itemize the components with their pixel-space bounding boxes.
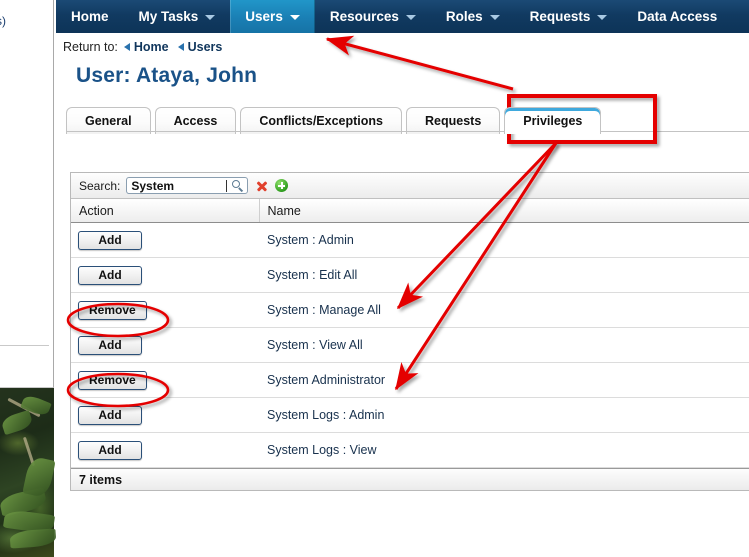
table-cell-action: Add [71, 222, 259, 258]
tab-label: Requests [425, 114, 482, 128]
nav-item-users[interactable]: Users [230, 0, 315, 33]
table-cell-name: System : Manage All [259, 292, 749, 328]
table-row[interactable]: Add System : Edit All [71, 257, 749, 293]
wallpaper-foliage [0, 388, 56, 557]
table-row[interactable]: Remove System : Manage All [71, 292, 749, 328]
chevron-down-icon [489, 15, 500, 20]
nav-item-home[interactable]: Home [56, 0, 124, 33]
table-cell-name: System : Admin [259, 222, 749, 258]
add-button[interactable]: Add [78, 265, 142, 285]
table-cell-name: System Logs : View [259, 432, 749, 468]
table-cell-name: System Logs : Admin [259, 397, 749, 433]
remove-button[interactable]: Remove [78, 300, 147, 320]
tab-label: Privileges [523, 114, 583, 128]
nav-item-my-tasks[interactable]: My Tasks [124, 0, 231, 33]
nav-item-resources[interactable]: Resources [315, 0, 431, 33]
breadcrumb-item-label: Home [133, 40, 169, 54]
nav-item-label: Users [245, 9, 283, 24]
table-row[interactable]: Add System Logs : Admin [71, 397, 749, 433]
breadcrumb-item-label: Users [187, 40, 223, 54]
breadcrumb-label: Return to: [63, 40, 118, 54]
chevron-down-icon [405, 15, 416, 20]
table-cell-name: System Administrator [259, 362, 749, 398]
tab-requests[interactable]: Requests [406, 107, 501, 134]
table-cell-name: System : View All [259, 327, 749, 363]
nav-item-label: Requests [529, 9, 591, 24]
nav-item-label: My Tasks [138, 9, 199, 24]
remove-button[interactable]: Remove [78, 370, 147, 390]
table-cell-name: System : Edit All [259, 257, 749, 293]
background-window-divider [0, 345, 49, 346]
search-icon[interactable] [232, 180, 244, 192]
table-cell-action: Add [71, 327, 259, 363]
clear-search-icon[interactable] [255, 179, 269, 193]
table-row[interactable]: Remove System Administrator [71, 362, 749, 398]
chevron-down-icon [289, 15, 300, 20]
tab-strip-underline [66, 131, 749, 132]
application-window: Home My Tasks Users Resources Roles Requ… [56, 0, 749, 557]
nav-item-label: Roles [445, 9, 483, 24]
nav-item-data-access[interactable]: Data Access [622, 0, 732, 33]
privileges-panel: Search: System Action Name Add System: … [70, 172, 749, 491]
nav-item-label: Data Access [637, 9, 718, 24]
table-cell-action: Add [71, 257, 259, 293]
nav-item-label: Resources [329, 9, 399, 24]
column-header-action[interactable]: Action [71, 199, 260, 223]
breadcrumb-item-home[interactable]: Home [123, 40, 169, 54]
arrow-left-icon [123, 43, 130, 51]
search-toolbar: Search: System [71, 173, 749, 199]
table-header-row: Action Name [71, 199, 749, 223]
add-privilege-icon[interactable] [275, 179, 289, 192]
search-label: Search: [79, 178, 121, 193]
search-input-value: System [131, 178, 175, 193]
tab-general[interactable]: General [66, 107, 151, 134]
nav-item-requests[interactable]: Requests [515, 0, 623, 33]
column-header-name[interactable]: Name [259, 199, 749, 223]
table-row[interactable]: Add System : Admin [71, 222, 749, 258]
search-input[interactable]: System [126, 177, 249, 194]
table-row[interactable]: Add System : View All [71, 327, 749, 363]
tab-privileges[interactable]: Privileges [504, 107, 602, 134]
tab-label: General [85, 114, 132, 128]
add-button[interactable]: Add [78, 230, 142, 250]
table-cell-action: Remove [71, 292, 259, 328]
chevron-down-icon [205, 15, 216, 20]
tab-label: Conflicts/Exceptions [259, 114, 383, 128]
chevron-down-icon [597, 15, 608, 20]
desktop-background: s) [0, 0, 56, 557]
main-navigation-bar: Home My Tasks Users Resources Roles Requ… [56, 0, 749, 33]
table-row[interactable]: Add System Logs : View [71, 432, 749, 468]
screenshot-root: s) Home My Tasks Users Resources Roles R… [0, 0, 749, 557]
text-cursor [226, 180, 228, 192]
tab-strip: General Access Conflicts/Exceptions Requ… [66, 104, 749, 134]
background-window-clipped-text: s) [0, 14, 6, 28]
background-window: s) [0, 0, 54, 388]
table-cell-action: Remove [71, 362, 259, 398]
nav-item-label: Home [71, 9, 109, 24]
tab-label: Access [173, 114, 218, 128]
table-cell-action: Add [71, 432, 259, 468]
arrow-left-icon [177, 43, 184, 51]
nav-item-roles[interactable]: Roles [431, 0, 515, 33]
item-count-label: 7 items [79, 472, 123, 487]
tab-conflicts-exceptions[interactable]: Conflicts/Exceptions [240, 107, 402, 134]
privileges-table: Action Name Add System : Admin Add Syste… [71, 199, 749, 468]
breadcrumb-item-users[interactable]: Users [177, 40, 223, 54]
tab-access[interactable]: Access [154, 107, 237, 134]
add-button[interactable]: Add [78, 405, 142, 425]
table-footer: 7 items [71, 468, 749, 490]
page-title: User: Ataya, John [76, 64, 258, 87]
table-cell-action: Add [71, 397, 259, 433]
add-button[interactable]: Add [78, 440, 142, 460]
breadcrumb: Return to: Home Users [56, 33, 749, 61]
add-button[interactable]: Add [78, 335, 142, 355]
